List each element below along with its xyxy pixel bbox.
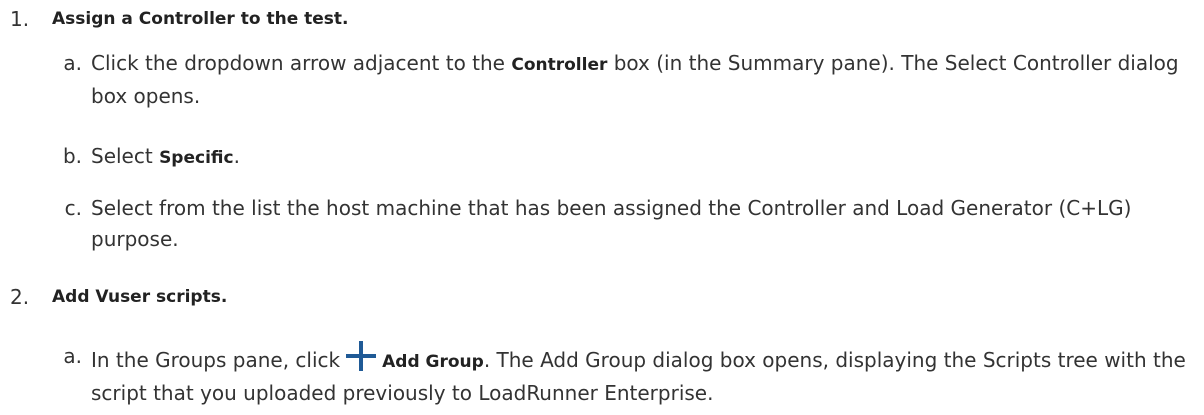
- substep-1a: a. Click the dropdown arrow adjacent to …: [52, 48, 1202, 110]
- plus-icon: [346, 341, 377, 371]
- ui-term-specific: Specific: [159, 148, 234, 168]
- text-run: .: [233, 144, 240, 168]
- ui-term-controller: Controller: [511, 55, 608, 75]
- substep-text: In the Groups pane, click Add Group. The …: [91, 341, 1201, 409]
- substep-1b: b. Select Specific.: [52, 141, 1202, 172]
- step-title: Add Vuser scripts.: [52, 287, 228, 307]
- ui-term-add-group: Add Group: [382, 352, 484, 372]
- substep-text: Select from the list the host machine th…: [91, 196, 1132, 251]
- substep-letter: b.: [62, 144, 82, 168]
- substep-letter: c.: [64, 196, 82, 220]
- text-run: Click the dropdown arrow adjacent to the: [91, 51, 512, 75]
- substep-letter: a.: [63, 51, 82, 75]
- substep-letter: a.: [63, 344, 82, 368]
- step-title: Assign a Controller to the test.: [52, 9, 349, 29]
- substep-1c: c. Select from the list the host machine…: [52, 193, 1202, 255]
- substep-text: Select Specific.: [91, 141, 1201, 174]
- step-number: 2.: [10, 285, 30, 309]
- substep-2a: a. In the Groups pane, click Add Group. T…: [52, 335, 1202, 405]
- text-run: Select: [91, 144, 160, 168]
- text-run: In the Groups pane, click: [91, 348, 341, 372]
- step-number: 1.: [10, 7, 30, 31]
- substep-text: Click the dropdown arrow adjacent to the…: [91, 48, 1201, 112]
